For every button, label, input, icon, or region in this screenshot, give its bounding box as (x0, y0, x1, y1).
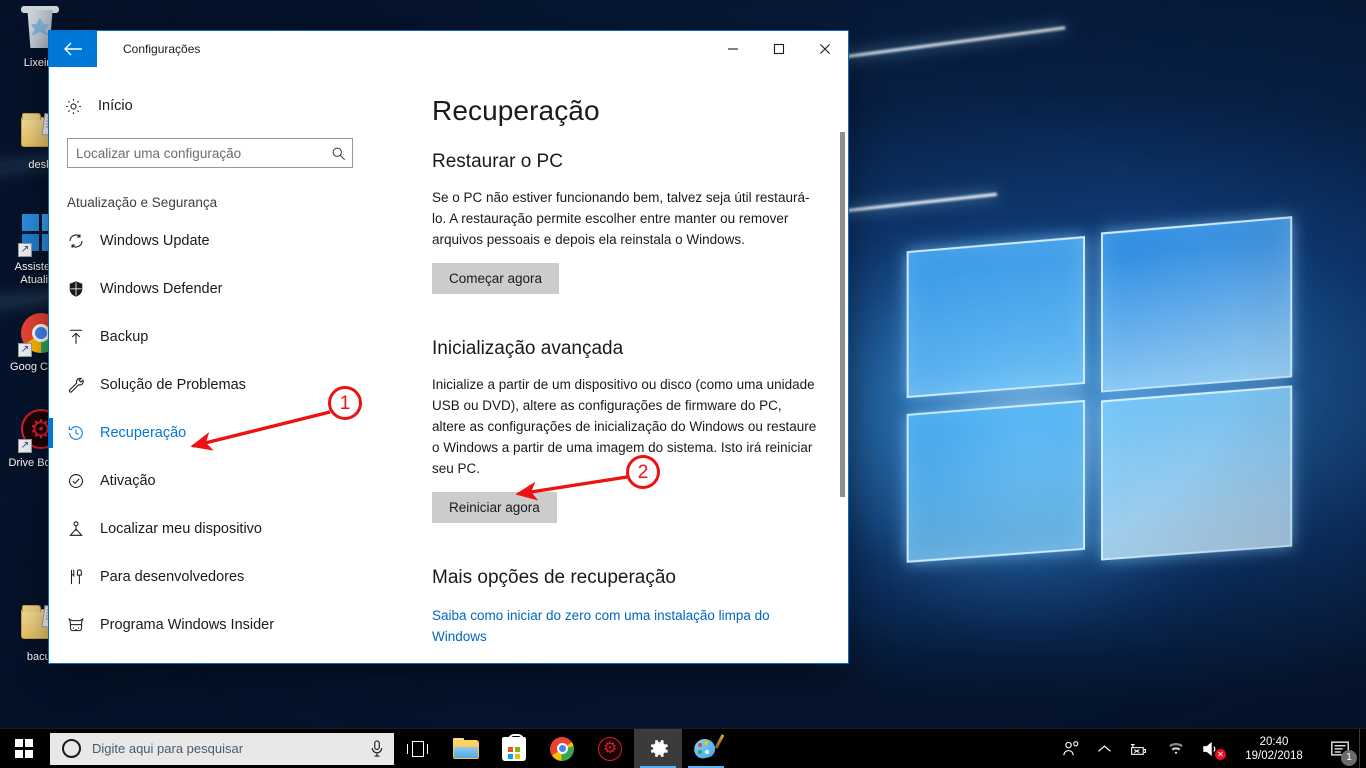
sidebar-item-label: Backup (100, 329, 148, 345)
section-body-restaurar-o-pc: Se o PC não estiver funcionando bem, tal… (432, 187, 818, 250)
back-button[interactable] (49, 31, 97, 67)
google-chrome-icon (550, 737, 574, 761)
taskbar-paint-button[interactable] (682, 729, 730, 768)
sidebar-item-para-desenvolvedores[interactable]: Para desenvolvedores (49, 553, 389, 601)
section-title-inicializacao-avancada: Inicialização avançada (432, 338, 818, 360)
driver-booster-icon (598, 737, 622, 761)
taskbar-search-placeholder: Digite aqui para pesquisar (81, 741, 360, 756)
paint-icon (694, 736, 719, 761)
battery-icon[interactable] (1120, 729, 1158, 768)
close-icon (819, 43, 831, 55)
sidebar-item-programa-windows-insider[interactable]: Programa Windows Insider (49, 601, 389, 649)
section-title-restaurar-o-pc: Restaurar o PC (432, 151, 818, 173)
sidebar-item-label: Programa Windows Insider (100, 617, 274, 633)
page-title: Recuperação (432, 95, 818, 127)
taskbar-clock[interactable]: 20:40 19/02/2018 (1229, 729, 1321, 768)
settings-main-content: Recuperação Restaurar o PC Se o PC não e… (389, 67, 848, 663)
window-title: Configurações (97, 31, 710, 67)
search-container (49, 125, 389, 168)
maximize-button[interactable] (756, 31, 802, 67)
maximize-icon (773, 43, 785, 55)
sidebar-item-ativacao[interactable]: Ativação (49, 457, 389, 505)
scrollbar-thumb[interactable] (840, 132, 845, 497)
sidebar-item-backup[interactable]: Backup (49, 313, 389, 361)
section-title-mais-opcoes-de-recuperacao: Mais opções de recuperação (432, 567, 818, 589)
sidebar-item-solucao-de-problemas[interactable]: Solução de Problemas (49, 361, 389, 409)
sidebar-group-title: Atualização e Segurança (49, 168, 389, 217)
settings-window[interactable]: Configurações (48, 30, 849, 664)
sidebar-item-windows-update[interactable]: Windows Update (49, 217, 389, 265)
taskbar-task-view-button[interactable] (394, 729, 442, 768)
sidebar-item-inicio[interactable]: Início (49, 87, 389, 125)
taskbar-settings-button[interactable] (634, 729, 682, 768)
start-button[interactable] (0, 729, 48, 768)
taskbar-file-explorer-button[interactable] (442, 729, 490, 768)
check-circle-icon (67, 472, 100, 490)
sidebar-item-recuperacao[interactable]: Recuperação (49, 409, 389, 457)
gear-icon (647, 737, 670, 760)
wifi-icon[interactable] (1158, 729, 1194, 768)
sidebar-item-label: Solução de Problemas (100, 377, 246, 393)
clock-history-icon (67, 424, 100, 442)
sidebar-item-label: Localizar meu dispositivo (100, 521, 262, 537)
sidebar-item-label: Windows Update (100, 233, 210, 249)
sidebar-item-localizar-meu-dispositivo[interactable]: Localizar meu dispositivo (49, 505, 389, 553)
people-icon[interactable] (1054, 729, 1089, 768)
microsoft-store-icon (502, 737, 526, 761)
sidebar-item-label: Para desenvolvedores (100, 569, 244, 585)
search-icon[interactable] (324, 146, 352, 161)
shield-icon (67, 280, 100, 298)
close-button[interactable] (802, 31, 848, 67)
notification-count-badge: 1 (1341, 750, 1357, 766)
task-view-icon (407, 741, 429, 757)
gear-icon (64, 97, 98, 116)
find-device-icon (67, 520, 100, 538)
settings-search-box[interactable] (67, 138, 353, 168)
speaker-muted-icon[interactable]: ✕ (1194, 729, 1229, 768)
clock-time: 20:40 (1260, 735, 1289, 749)
get-started-button[interactable]: Começar agora (432, 263, 559, 294)
ninja-cat-icon (67, 616, 100, 634)
section-body-inicializacao-avancada: Inicialize a partir de um dispositivo ou… (432, 374, 818, 479)
tools-icon (67, 568, 100, 586)
system-tray[interactable]: ✕ 20:40 19/02/2018 1 (1054, 729, 1366, 768)
search-input[interactable] (68, 146, 324, 161)
clean-install-link[interactable]: Saiba como iniciar do zero com uma insta… (432, 605, 818, 647)
sidebar-item-label: Windows Defender (100, 281, 223, 297)
chevron-up-icon[interactable] (1089, 729, 1120, 768)
sidebar-item-label: Início (98, 98, 133, 114)
action-center-button[interactable]: 1 (1321, 729, 1359, 768)
window-title-bar[interactable]: Configurações (49, 31, 848, 67)
minimize-icon (727, 43, 739, 55)
desktop[interactable]: Lixeira desk ↗ Assistente Atualiza ↗ Goo… (0, 0, 1366, 768)
taskbar-search-box[interactable]: Digite aqui para pesquisar (50, 733, 394, 765)
settings-sidebar[interactable]: Início Atualização e Segurança (49, 67, 389, 663)
file-explorer-icon (453, 738, 479, 759)
windows-start-icon (15, 739, 34, 758)
sidebar-item-label: Recuperação (100, 425, 186, 441)
restart-now-button[interactable]: Reiniciar agora (432, 492, 557, 523)
taskbar[interactable]: Digite aqui para pesquisar (0, 728, 1366, 768)
sidebar-item-windows-defender[interactable]: Windows Defender (49, 265, 389, 313)
taskbar-microsoft-store-button[interactable] (490, 729, 538, 768)
taskbar-app-icons[interactable] (394, 729, 730, 768)
window-controls[interactable] (710, 31, 848, 67)
microphone-icon[interactable] (360, 740, 394, 757)
show-desktop-button[interactable] (1359, 729, 1366, 768)
sidebar-item-label: Ativação (100, 473, 156, 489)
refresh-icon (67, 232, 100, 250)
back-arrow-icon (63, 42, 83, 56)
clock-date: 19/02/2018 (1245, 749, 1303, 763)
upload-arrow-icon (67, 328, 100, 346)
cortana-circle-icon (62, 739, 81, 758)
mute-badge-icon: ✕ (1215, 749, 1226, 760)
wrench-icon (67, 376, 100, 394)
taskbar-driver-booster-button[interactable] (586, 729, 634, 768)
minimize-button[interactable] (710, 31, 756, 67)
taskbar-google-chrome-button[interactable] (538, 729, 586, 768)
